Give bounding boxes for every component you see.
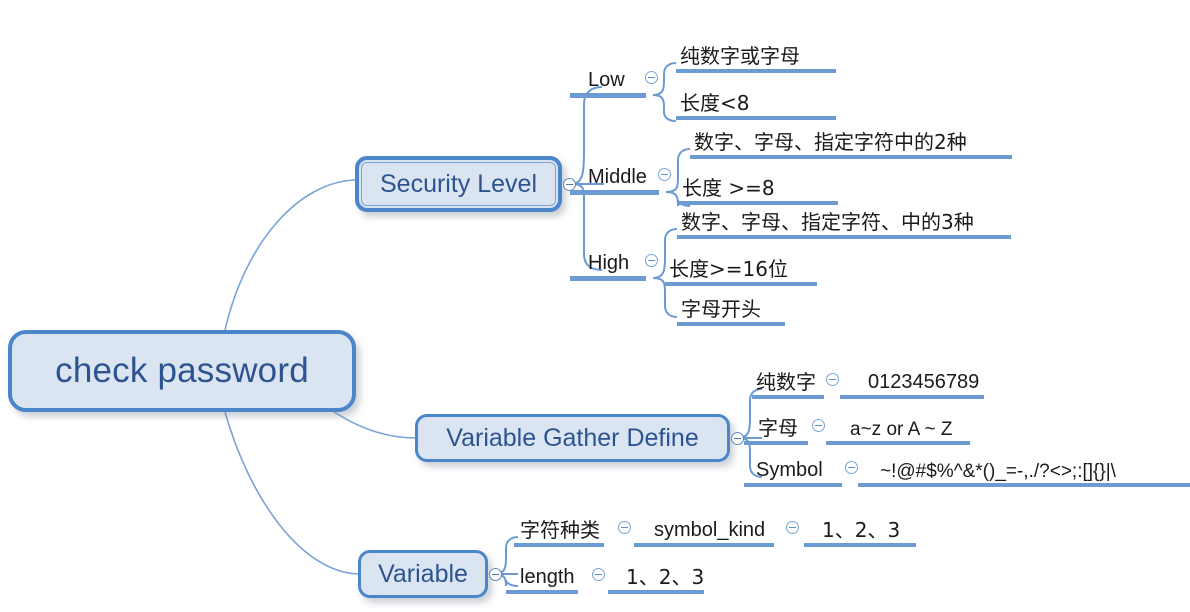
root-topic-check-password[interactable]: check password	[8, 330, 356, 412]
node-pure-digits-value-label: 0123456789	[868, 371, 980, 393]
node-length-value-label: 1、2、3	[626, 565, 705, 589]
node-letters[interactable]: 字母	[756, 410, 800, 442]
node-symbol-kind[interactable]: symbol_kind	[652, 512, 767, 544]
node-symbol[interactable]: Symbol	[754, 452, 825, 484]
topic-variable-gather-define[interactable]: Variable Gather Define	[415, 414, 730, 462]
node-low-child-2[interactable]: 长度<8	[678, 85, 751, 117]
topic-security-level[interactable]: Security Level	[355, 156, 562, 212]
node-symbol-kind-value-label: 1、2、3	[822, 518, 901, 542]
node-symbol-kind-label: symbol_kind	[654, 519, 766, 541]
node-length[interactable]: length	[518, 559, 577, 591]
node-high-child-2[interactable]: 长度>=16位	[667, 251, 790, 283]
mindmap-canvas: check password Security Level Variable G…	[0, 0, 1190, 612]
collapse-handle-symbol-kind[interactable]	[786, 521, 799, 534]
node-high-child-2-label: 长度>=16位	[669, 257, 788, 281]
node-high-label: High	[588, 252, 630, 274]
node-low-child-1[interactable]: 纯数字或字母	[678, 38, 802, 70]
collapse-handle-variable[interactable]	[489, 568, 502, 581]
collapse-handle-symbol[interactable]	[845, 461, 858, 474]
node-middle-child-2[interactable]: 长度 >=8	[680, 170, 777, 202]
node-pure-digits-label: 纯数字	[756, 370, 816, 394]
node-symbol-value[interactable]: ~!@#$%^&*()_=-,./?<>;:[]{}|\	[878, 453, 1118, 485]
node-length-value[interactable]: 1、2、3	[624, 559, 706, 591]
node-high-child-1-label: 数字、字母、指定字符、中的3种	[681, 210, 974, 234]
node-middle[interactable]: Middle	[586, 159, 649, 191]
collapse-handle-security-level[interactable]	[563, 178, 576, 191]
topic-variable-label: Variable	[378, 559, 468, 588]
collapse-handle-middle[interactable]	[658, 168, 671, 181]
node-low-child-1-label: 纯数字或字母	[680, 44, 800, 68]
node-middle-label: Middle	[588, 166, 647, 188]
node-high[interactable]: High	[586, 245, 631, 277]
node-symbol-kind-value[interactable]: 1、2、3	[820, 512, 902, 544]
node-symbol-label: Symbol	[756, 459, 823, 481]
node-char-kind[interactable]: 字符种类	[518, 512, 602, 544]
node-high-child-1[interactable]: 数字、字母、指定字符、中的3种	[679, 204, 976, 236]
node-middle-child-2-label: 长度 >=8	[682, 176, 775, 200]
node-high-child-3-label: 字母开头	[681, 297, 761, 321]
collapse-handle-char-kind[interactable]	[618, 521, 631, 534]
collapse-handle-length[interactable]	[592, 568, 605, 581]
root-topic-label: check password	[55, 351, 309, 390]
collapse-handle-low[interactable]	[645, 71, 658, 84]
node-middle-child-1[interactable]: 数字、字母、指定字符中的2种	[692, 124, 969, 156]
collapse-handle-high[interactable]	[645, 254, 658, 267]
node-low-label: Low	[588, 69, 625, 91]
node-symbol-value-label: ~!@#$%^&*()_=-,./?<>;:[]{}|\	[880, 461, 1116, 483]
node-letters-value-label: a~z or A ~ Z	[850, 419, 953, 441]
node-length-label: length	[520, 566, 575, 588]
topic-security-level-label: Security Level	[379, 169, 538, 198]
collapse-handle-pure-digits[interactable]	[826, 373, 839, 386]
node-pure-digits-value[interactable]: 0123456789	[866, 364, 981, 396]
collapse-handle-letters[interactable]	[812, 419, 825, 432]
node-middle-child-1-label: 数字、字母、指定字符中的2种	[694, 130, 967, 154]
node-low-child-2-label: 长度<8	[680, 91, 750, 115]
topic-variable[interactable]: Variable	[358, 550, 488, 598]
node-letters-label: 字母	[758, 416, 798, 440]
node-letters-value[interactable]: a~z or A ~ Z	[848, 411, 954, 443]
topic-variable-gather-define-label: Variable Gather Define	[446, 423, 699, 452]
node-char-kind-label: 字符种类	[520, 518, 600, 542]
collapse-handle-variable-gather-define[interactable]	[731, 432, 744, 445]
node-pure-digits[interactable]: 纯数字	[754, 364, 818, 396]
node-low[interactable]: Low	[586, 62, 627, 94]
node-high-child-3[interactable]: 字母开头	[679, 291, 763, 323]
